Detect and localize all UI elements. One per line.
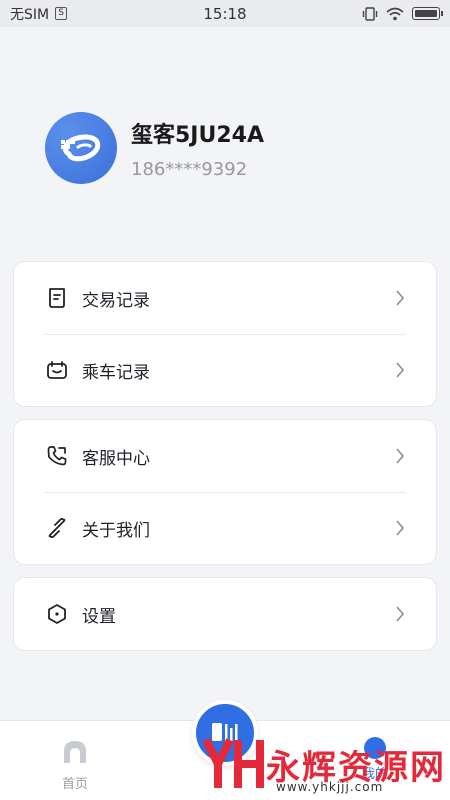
menu-item-customer-service[interactable]: 客服中心 [14, 420, 436, 492]
chevron-right-icon [396, 520, 405, 536]
battery-icon [412, 7, 443, 20]
menu-item-label: 交易记录 [82, 290, 150, 311]
username: 玺客5JU24A [131, 122, 264, 148]
vibrate-icon [362, 6, 378, 21]
link-icon [46, 517, 68, 539]
menu-item-label: 关于我们 [82, 520, 150, 541]
menu-item-label: 客服中心 [82, 448, 150, 469]
chevron-right-icon [396, 290, 405, 306]
phone-number: 186****9392 [131, 158, 248, 180]
app-logo-icon [61, 134, 101, 162]
tab-home[interactable]: 首页 [50, 739, 100, 792]
status-bar: 无SIM S 15:18 [0, 0, 450, 27]
home-icon [64, 741, 86, 763]
profile-header[interactable]: 玺客5JU24A 186****9392 [45, 112, 264, 184]
settings-card: 设置 [13, 577, 437, 651]
menu-item-about-us[interactable]: 关于我们 [14, 492, 436, 564]
chevron-right-icon [396, 448, 405, 464]
ticket-icon [46, 359, 68, 381]
receipt-icon [46, 287, 68, 309]
sim-icon: S [55, 7, 68, 20]
records-card: 交易记录 乘车记录 [13, 261, 437, 407]
support-card: 客服中心 关于我们 [13, 419, 437, 565]
hexagon-settings-icon [46, 603, 68, 625]
tab-home-label: 首页 [61, 777, 88, 792]
menu-item-label: 设置 [82, 606, 116, 627]
menu-item-label: 乘车记录 [82, 362, 150, 383]
watermark-url: www.yhkjjj.com [276, 780, 384, 794]
menu-item-rides[interactable]: 乘车记录 [14, 334, 436, 406]
carrier-label: 无SIM [10, 6, 50, 23]
watermark: 永辉资源网 www.yhkjjj.com [200, 728, 450, 800]
avatar[interactable] [45, 112, 117, 184]
wifi-icon [386, 7, 404, 20]
menu-item-settings[interactable]: 设置 [14, 578, 436, 650]
watermark-logo-icon [202, 738, 264, 788]
chevron-right-icon [396, 362, 405, 378]
phone-icon [46, 445, 68, 467]
chevron-right-icon [396, 606, 405, 622]
menu-item-transactions[interactable]: 交易记录 [14, 262, 436, 334]
